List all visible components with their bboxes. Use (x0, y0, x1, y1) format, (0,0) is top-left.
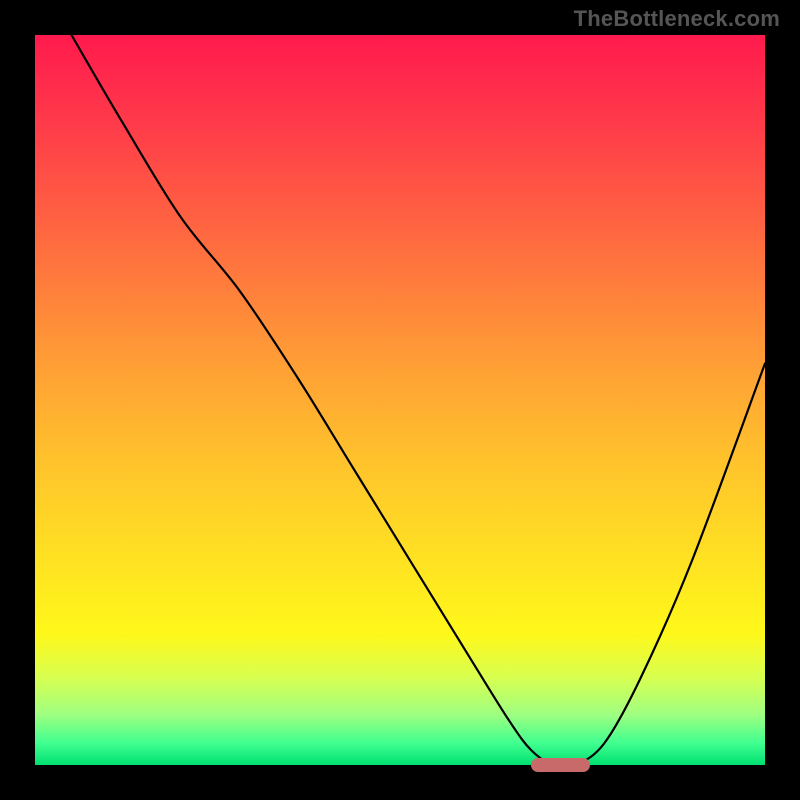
chart-frame: TheBottleneck.com (0, 0, 800, 800)
bottleneck-curve-path (72, 35, 766, 765)
plot-area (35, 35, 765, 765)
curve-svg (35, 35, 765, 765)
optimal-marker (531, 758, 589, 772)
watermark-text: TheBottleneck.com (574, 6, 780, 32)
